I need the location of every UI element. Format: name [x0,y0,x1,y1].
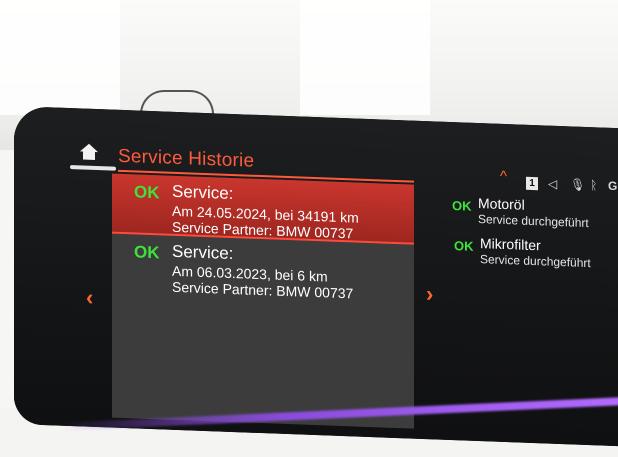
status-ok-badge: OK [134,182,160,203]
chevron-right-icon[interactable]: › [426,281,433,307]
status-ok-badge: OK [454,238,474,254]
window-blind [300,0,430,115]
home-icon[interactable] [78,141,100,162]
list-item[interactable]: OK Service: Am 06.03.2023, bei 6 km Serv… [112,236,414,307]
profile-badge: 1 [526,176,538,191]
entry-title: Service: [172,181,234,204]
detail-title: Mikrofilter [480,235,541,254]
microphone-icon: 🎙 [570,177,586,192]
status-ok-badge: OK [134,242,160,263]
chevron-up-icon[interactable]: ^ [500,168,507,185]
idrive-display: Service Historie ‹ OK Service: Am 24.05.… [14,106,618,447]
status-extra: G [608,178,618,194]
chevron-left-icon[interactable]: ‹ [86,285,93,311]
window-blind [0,0,120,115]
detail-title: Motoröl [478,195,525,213]
signal-icon: ᚱ [590,178,598,193]
service-history-list: OK Service: Am 24.05.2024, bei 34191 km … [112,173,414,429]
status-ok-badge: OK [452,198,472,214]
list-item[interactable]: OK Service: Am 24.05.2024, bei 34191 km … [112,173,414,245]
entry-title: Service: [172,241,234,264]
speaker-icon: ◁ [548,176,558,191]
